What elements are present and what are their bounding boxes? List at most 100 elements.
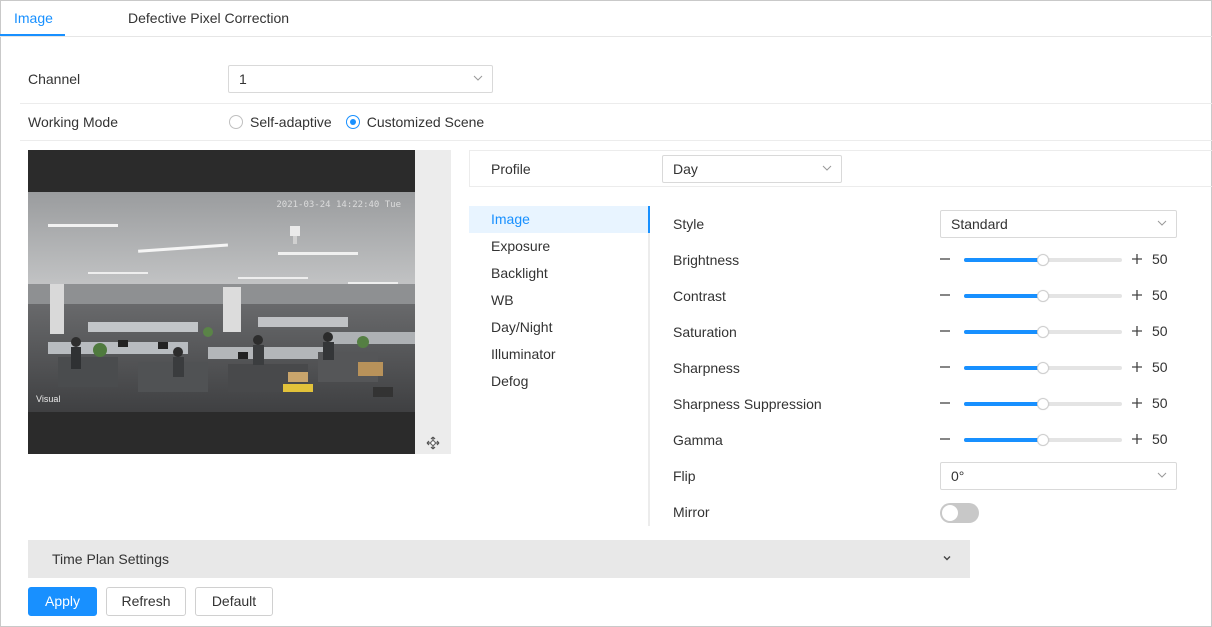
menu-item-day-night[interactable]: Day/Night: [469, 314, 648, 341]
mirror-toggle[interactable]: [940, 503, 979, 523]
time-plan-settings-panel[interactable]: Time Plan Settings: [28, 540, 970, 578]
video-preview: 2021-03-24 14:22:40 Tue Visual: [28, 150, 415, 454]
divider: [20, 103, 1212, 104]
slider-track[interactable]: [964, 398, 1122, 410]
radio-label: Self-adaptive: [250, 114, 332, 130]
slider-thumb[interactable]: [1037, 254, 1049, 266]
slider-track[interactable]: [964, 254, 1122, 266]
plus-icon[interactable]: [1130, 252, 1144, 266]
menu-item-label: Image: [491, 211, 530, 227]
radio-label: Customized Scene: [366, 114, 485, 130]
plus-icon[interactable]: [1130, 396, 1144, 410]
radio-self-adaptive[interactable]: Self-adaptive: [229, 114, 332, 130]
menu-item-wb[interactable]: WB: [469, 287, 648, 314]
sharpness-suppression-slider: 50: [938, 394, 1178, 414]
sharpness-slider: 50: [938, 358, 1178, 378]
contrast-label: Contrast: [673, 288, 726, 304]
menu-item-backlight[interactable]: Backlight: [469, 260, 648, 287]
slider-track[interactable]: [964, 362, 1122, 374]
gamma-label: Gamma: [673, 432, 723, 448]
flip-select-value: 0°: [951, 468, 965, 484]
slider-value: 50: [1152, 323, 1168, 339]
slider-thumb[interactable]: [1037, 290, 1049, 302]
channel-select-value: 1: [239, 71, 247, 87]
tab-defective-pixel-correction[interactable]: Defective Pixel Correction: [128, 0, 289, 37]
radio-customized-scene[interactable]: Customized Scene: [345, 114, 485, 130]
chevron-down-icon: [943, 556, 951, 561]
channel-select[interactable]: 1: [228, 65, 493, 93]
move-arrows-icon[interactable]: [426, 436, 440, 450]
plus-icon[interactable]: [1130, 432, 1144, 446]
slider-value: 50: [1152, 431, 1168, 447]
plus-icon[interactable]: [1130, 288, 1144, 302]
sharpness-suppression-label: Sharpness Suppression: [673, 396, 822, 412]
working-mode-radio-group: Self-adaptive Customized Scene: [229, 114, 498, 130]
slider-fill: [964, 294, 1043, 298]
radio-button[interactable]: [229, 115, 243, 129]
style-select-value: Standard: [951, 216, 1008, 232]
menu-item-illuminator[interactable]: Illuminator: [469, 341, 648, 368]
chevron-down-icon: [473, 75, 483, 81]
divider: [20, 140, 1212, 141]
slider-value: 50: [1152, 359, 1168, 375]
minus-icon[interactable]: [938, 360, 952, 374]
channel-label: Channel: [28, 71, 81, 87]
image-settings-menu: Image Exposure Backlight WB Day/Night Il…: [469, 206, 650, 526]
chevron-down-icon: [1157, 220, 1167, 226]
menu-item-exposure[interactable]: Exposure: [469, 233, 648, 260]
chevron-down-icon: [822, 165, 832, 171]
contrast-slider: 50: [938, 286, 1178, 306]
slider-fill: [964, 402, 1043, 406]
osd-channel-name: Visual: [36, 394, 61, 404]
sharpness-label: Sharpness: [673, 360, 740, 376]
gamma-slider: 50: [938, 430, 1178, 450]
tab-bar: Image Defective Pixel Correction: [0, 0, 1212, 37]
working-mode-label: Working Mode: [28, 114, 119, 130]
slider-fill: [964, 438, 1043, 442]
slider-thumb[interactable]: [1037, 398, 1049, 410]
saturation-slider: 50: [938, 322, 1178, 342]
slider-track[interactable]: [964, 290, 1122, 302]
slider-track[interactable]: [964, 434, 1122, 446]
video-preview-panel: 2021-03-24 14:22:40 Tue Visual: [28, 150, 451, 454]
osd-timestamp: 2021-03-24 14:22:40 Tue: [276, 200, 401, 210]
refresh-button[interactable]: Refresh: [106, 587, 186, 616]
minus-icon[interactable]: [938, 432, 952, 446]
menu-item-image[interactable]: Image: [469, 206, 650, 233]
brightness-label: Brightness: [673, 252, 740, 268]
flip-label: Flip: [673, 468, 696, 484]
chevron-down-icon: [1157, 472, 1167, 478]
slider-value: 50: [1152, 395, 1168, 411]
menu-item-defog[interactable]: Defog: [469, 368, 648, 395]
saturation-label: Saturation: [673, 324, 737, 340]
minus-icon[interactable]: [938, 288, 952, 302]
slider-fill: [964, 366, 1043, 370]
plus-icon[interactable]: [1130, 360, 1144, 374]
active-menu-indicator: [648, 206, 650, 233]
brightness-slider: 50: [938, 250, 1178, 270]
office-camera-image: [28, 192, 415, 412]
tab-image[interactable]: Image: [14, 0, 53, 37]
slider-thumb[interactable]: [1037, 326, 1049, 338]
minus-icon[interactable]: [938, 324, 952, 338]
flip-select[interactable]: 0°: [940, 462, 1177, 490]
apply-button[interactable]: Apply: [28, 587, 97, 616]
slider-thumb[interactable]: [1037, 434, 1049, 446]
radio-button-selected[interactable]: [345, 115, 360, 129]
profile-select[interactable]: Day: [662, 155, 842, 183]
minus-icon[interactable]: [938, 252, 952, 266]
active-tab-indicator: [0, 34, 65, 36]
style-label: Style: [673, 216, 705, 232]
default-button[interactable]: Default: [195, 587, 273, 616]
plus-icon[interactable]: [1130, 324, 1144, 338]
slider-thumb[interactable]: [1037, 362, 1049, 374]
slider-fill: [964, 330, 1043, 334]
slider-value: 50: [1152, 287, 1168, 303]
profile-label: Profile: [491, 161, 531, 177]
slider-track[interactable]: [964, 326, 1122, 338]
mirror-label: Mirror: [673, 504, 710, 520]
slider-fill: [964, 258, 1043, 262]
style-select[interactable]: Standard: [940, 210, 1177, 238]
minus-icon[interactable]: [938, 396, 952, 410]
toggle-knob: [942, 505, 958, 521]
